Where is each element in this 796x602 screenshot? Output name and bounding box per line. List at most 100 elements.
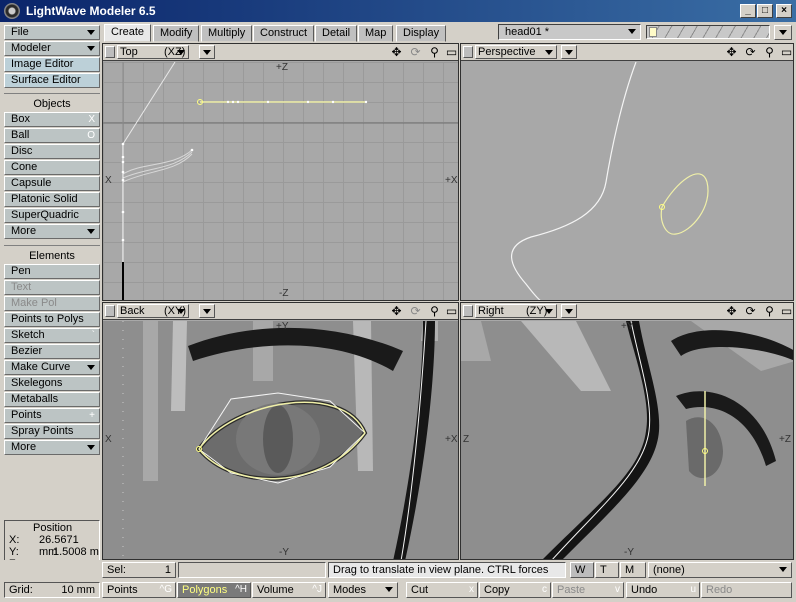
render-mode-select[interactable] — [199, 304, 215, 318]
viewport-right-canvas[interactable]: +Y -Y Z +Z — [461, 321, 793, 559]
close-button[interactable]: × — [776, 4, 792, 18]
disc-button[interactable]: Disc — [4, 144, 100, 159]
render-mode-select[interactable] — [561, 45, 577, 59]
tab-create[interactable]: Create — [104, 24, 152, 42]
zoom-view-icon[interactable]: ⚲ — [761, 304, 778, 318]
elements-more-menu[interactable]: More — [4, 440, 100, 455]
maximize-view-icon[interactable]: ▭ — [443, 45, 458, 59]
undo-button[interactable]: Undo u — [626, 582, 700, 598]
paste-button[interactable]: Paste v — [552, 582, 624, 598]
undo-label: Undo — [631, 584, 658, 596]
viewport-back-header: Back (XY) ✥ ⟳ ⚲ ▭ — [103, 303, 458, 320]
capsule-button[interactable]: Capsule — [4, 176, 100, 191]
ball-button[interactable]: Ball O — [4, 128, 100, 143]
minimize-button[interactable]: _ — [740, 4, 756, 18]
maximize-view-icon[interactable]: ▭ — [778, 45, 793, 59]
rotate-view-icon[interactable]: ⟳ — [742, 304, 759, 318]
cone-button[interactable]: Cone — [4, 160, 100, 175]
viewport-icon[interactable] — [105, 305, 115, 317]
viewport-icon[interactable] — [463, 46, 473, 58]
box-button[interactable]: Box X — [4, 112, 100, 127]
layer-buttons[interactable] — [646, 25, 770, 39]
move-view-icon[interactable]: ✥ — [723, 304, 740, 318]
layer-menu-button[interactable] — [774, 25, 792, 40]
rotate-view-icon[interactable]: ⟳ — [407, 45, 424, 59]
view-name: Right — [478, 305, 504, 317]
points-button[interactable]: Points + — [4, 408, 100, 423]
sketch-button[interactable]: Sketch ` — [4, 328, 100, 343]
zoom-view-icon[interactable]: ⚲ — [426, 304, 443, 318]
points-label: Points — [11, 409, 42, 421]
objects-header: Objects — [4, 93, 100, 113]
rotate-view-icon[interactable]: ⟳ — [407, 304, 424, 318]
text-button[interactable]: Text — [4, 280, 100, 295]
image-editor-button[interactable]: Image Editor — [4, 57, 100, 72]
viewport-top-canvas[interactable]: +Z -Z X +X — [103, 62, 458, 300]
tab-modify[interactable]: Modify — [153, 25, 200, 42]
tab-detail[interactable]: Detail — [315, 25, 358, 42]
make-pol-button[interactable]: Make Pol — [4, 296, 100, 311]
points-mode-button[interactable]: Points ^G — [102, 582, 176, 598]
tab-multiply[interactable]: Multiply — [201, 25, 253, 42]
polygons-mode-button[interactable]: Polygons ^H — [177, 582, 251, 598]
tab-map[interactable]: Map — [358, 25, 394, 42]
rotate-view-icon[interactable]: ⟳ — [742, 45, 759, 59]
current-layer[interactable] — [649, 27, 657, 37]
zoom-view-icon[interactable]: ⚲ — [426, 45, 443, 59]
object-selector[interactable]: head01 * — [498, 24, 641, 40]
view-type-select[interactable]: Back (XY) — [117, 304, 189, 318]
elements-header: Elements — [4, 245, 100, 265]
pen-button[interactable]: Pen — [4, 264, 100, 279]
viewport-perspective[interactable]: Perspective ✥ ⟳ ⚲ ▭ — [460, 43, 794, 301]
bezier-button[interactable]: Bezier — [4, 344, 100, 359]
view-type-select[interactable]: Top (XZ) — [117, 45, 189, 59]
move-view-icon[interactable]: ✥ — [388, 304, 405, 318]
chevron-down-icon — [87, 445, 95, 450]
viewport-perspective-canvas[interactable] — [461, 62, 793, 300]
render-mode-select[interactable] — [561, 304, 577, 318]
copy-button[interactable]: Copy c — [479, 582, 551, 598]
file-menu[interactable]: File — [4, 25, 100, 40]
viewport-back[interactable]: Back (XY) ✥ ⟳ ⚲ ▭ +Y -Y X +X — [102, 302, 459, 560]
move-view-icon[interactable]: ✥ — [723, 45, 740, 59]
axis-label-bottom: -Y — [624, 547, 634, 558]
skelegons-button[interactable]: Skelegons — [4, 376, 100, 391]
texture-coordinates-button[interactable]: T — [595, 562, 619, 578]
surface-editor-button[interactable]: Surface Editor — [4, 73, 100, 88]
maximize-button[interactable]: □ — [757, 4, 773, 18]
view-type-select[interactable]: Perspective — [475, 45, 557, 59]
zoom-view-icon[interactable]: ⚲ — [761, 45, 778, 59]
sketch-shortcut: ` — [91, 330, 95, 341]
surface-select[interactable]: (none) — [648, 562, 792, 578]
superquadric-button[interactable]: SuperQuadric — [4, 208, 100, 223]
platonic-solid-button[interactable]: Platonic Solid — [4, 192, 100, 207]
view-type-select[interactable]: Right (ZY) — [475, 304, 557, 318]
viewport-back-canvas[interactable]: +Y -Y X +X — [103, 321, 458, 559]
tab-construct[interactable]: Construct — [253, 25, 315, 42]
viewport-right[interactable]: Right (ZY) ✥ ⟳ ⚲ ▭ +Y -Y Z +Z — [460, 302, 794, 560]
cut-button[interactable]: Cut x — [406, 582, 478, 598]
grid-value: 10 mm — [61, 584, 95, 596]
tab-display[interactable]: Display — [396, 25, 447, 42]
viewport-icon[interactable] — [463, 305, 473, 317]
metaballs-button[interactable]: Metaballs — [4, 392, 100, 407]
volume-mode-button[interactable]: Volume ^J — [252, 582, 326, 598]
viewport-perspective-header: Perspective ✥ ⟳ ⚲ ▭ — [461, 44, 793, 61]
maximize-view-icon[interactable]: ▭ — [443, 304, 458, 318]
modes-menu[interactable]: Modes — [328, 582, 398, 598]
viewport-top[interactable]: Top (XZ) ✥ ⟳ ⚲ ▭ +Z -Z X +X — [102, 43, 459, 301]
maximize-view-icon[interactable]: ▭ — [778, 304, 793, 318]
move-view-icon[interactable]: ✥ — [388, 45, 405, 59]
objects-more-menu[interactable]: More — [4, 224, 100, 239]
points-to-polys-button[interactable]: Points to Polys — [4, 312, 100, 327]
modes-label: Modes — [333, 584, 367, 596]
render-mode-select[interactable] — [199, 45, 215, 59]
spray-points-button[interactable]: Spray Points — [4, 424, 100, 439]
map-coordinates-button[interactable]: M — [620, 562, 646, 578]
make-curve-menu[interactable]: Make Curve — [4, 360, 100, 375]
viewport-icon[interactable] — [105, 46, 115, 58]
points-shortcut: + — [89, 410, 95, 421]
redo-button[interactable]: Redo — [701, 582, 792, 598]
modeler-menu[interactable]: Modeler — [4, 41, 100, 56]
world-coordinates-button[interactable]: W — [570, 562, 594, 578]
